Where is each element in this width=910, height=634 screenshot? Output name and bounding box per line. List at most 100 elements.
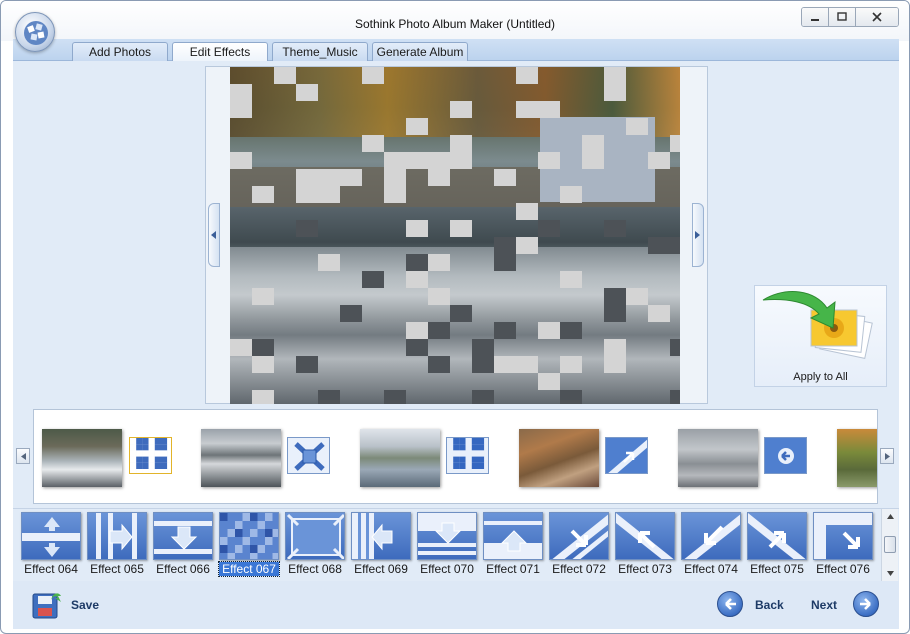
back-label[interactable]: Back bbox=[755, 598, 784, 612]
effect-item[interactable]: Effect 075 bbox=[747, 512, 809, 576]
filmstrip-scroll-right[interactable] bbox=[880, 448, 894, 464]
effect-item[interactable]: Effect 074 bbox=[681, 512, 743, 576]
transition-tile bbox=[406, 118, 428, 135]
effect-mosaic-icon bbox=[447, 438, 488, 473]
tab-theme-music[interactable]: Theme_Music bbox=[272, 42, 368, 61]
app-logo[interactable] bbox=[15, 12, 55, 52]
scroll-down-button[interactable] bbox=[882, 566, 898, 581]
chevron-down-icon bbox=[886, 571, 894, 576]
preview-next-button[interactable] bbox=[692, 203, 704, 267]
effect-item[interactable]: Effect 070 bbox=[417, 512, 479, 576]
filmstrip-effect-4[interactable] bbox=[605, 437, 648, 474]
effect-item[interactable]: Effect 073 bbox=[615, 512, 677, 576]
filmstrip-photo-5[interactable] bbox=[678, 429, 758, 487]
effect-item[interactable]: Effect 069 bbox=[351, 512, 413, 576]
transition-tile bbox=[670, 135, 680, 152]
app-window: Sothink Photo Album Maker (Untitled) Add… bbox=[0, 0, 910, 634]
effect-item[interactable]: Effect 076 bbox=[813, 512, 875, 576]
filmstrip-scroll-left[interactable] bbox=[16, 448, 30, 464]
filmstrip-effect-3[interactable] bbox=[446, 437, 489, 474]
transition-tile bbox=[450, 101, 472, 118]
photo-filmstrip bbox=[33, 409, 878, 504]
transition-tile bbox=[494, 322, 516, 339]
effect-label: Effect 072 bbox=[552, 562, 606, 576]
chevron-left-icon bbox=[20, 452, 26, 460]
filmstrip-photo-4[interactable] bbox=[519, 429, 599, 487]
tab-generate-album[interactable]: Generate Album bbox=[372, 42, 468, 61]
transition-tile bbox=[406, 271, 428, 288]
transition-tile bbox=[516, 101, 538, 118]
filmstrip-effect-5[interactable] bbox=[764, 437, 807, 474]
transition-tile bbox=[230, 339, 252, 356]
effect-thumbnail bbox=[351, 512, 411, 560]
effect-label: Effect 068 bbox=[288, 562, 342, 576]
effects-scrollbar[interactable] bbox=[881, 509, 898, 581]
transition-tile bbox=[582, 135, 604, 152]
transition-tile bbox=[406, 220, 428, 237]
transition-tile bbox=[648, 237, 670, 254]
transition-tile bbox=[648, 152, 670, 169]
effect-label: Effect 066 bbox=[156, 562, 210, 576]
transition-tile bbox=[494, 356, 516, 373]
diagonal-up-right-icon bbox=[748, 513, 806, 559]
save-button[interactable]: Save bbox=[31, 590, 99, 620]
transition-tile bbox=[538, 152, 560, 169]
transition-tile bbox=[582, 152, 604, 169]
scroll-thumb[interactable] bbox=[884, 536, 896, 553]
effect-label: Effect 070 bbox=[420, 562, 474, 576]
transition-tile bbox=[252, 356, 274, 373]
maximize-icon bbox=[837, 12, 847, 21]
effect-item[interactable]: Effect 067 bbox=[218, 512, 281, 577]
tab-add-photos[interactable]: Add Photos bbox=[72, 42, 168, 61]
footer-bar: Save Back Next bbox=[13, 581, 899, 629]
effect-item[interactable]: Effect 072 bbox=[549, 512, 611, 576]
filmstrip-effect-1[interactable] bbox=[129, 437, 172, 474]
scroll-up-button[interactable] bbox=[882, 509, 898, 524]
effect-thumbnail bbox=[483, 512, 543, 560]
edit-effects-panel: Apply to All Effect 064 Effect 065 Effec… bbox=[13, 61, 899, 583]
apply-to-all-button[interactable]: Apply to All bbox=[754, 285, 887, 387]
effect-item[interactable]: Effect 066 bbox=[153, 512, 215, 576]
window-controls bbox=[801, 7, 899, 27]
effect-item[interactable]: Effect 068 bbox=[285, 512, 347, 576]
next-label[interactable]: Next bbox=[811, 598, 837, 612]
arrow-down-bands-icon bbox=[418, 513, 476, 555]
minimize-button[interactable] bbox=[802, 8, 829, 26]
close-button[interactable] bbox=[856, 8, 898, 26]
tab-edit-effects[interactable]: Edit Effects bbox=[172, 42, 268, 61]
filmstrip-photo-1[interactable] bbox=[42, 429, 122, 487]
transition-tile bbox=[428, 169, 450, 186]
filmstrip-effect-2[interactable] bbox=[287, 437, 330, 474]
transition-tile bbox=[516, 356, 538, 373]
effect-item[interactable]: Effect 071 bbox=[483, 512, 545, 576]
filmstrip-photo-2[interactable] bbox=[201, 429, 281, 487]
transition-tile bbox=[604, 356, 626, 373]
transition-tile bbox=[252, 339, 274, 356]
transition-tile bbox=[472, 356, 494, 373]
transition-tile bbox=[384, 152, 406, 169]
save-label: Save bbox=[71, 598, 100, 612]
back-button[interactable] bbox=[717, 591, 743, 617]
effect-thumbnail bbox=[681, 512, 741, 560]
transition-tile bbox=[648, 305, 670, 322]
filmstrip-photo-6[interactable] bbox=[837, 429, 877, 487]
transition-tile bbox=[516, 203, 538, 220]
maximize-button[interactable] bbox=[829, 8, 856, 26]
filmstrip-photo-3[interactable] bbox=[360, 429, 440, 487]
transition-tile bbox=[450, 305, 472, 322]
effect-item[interactable]: Effect 064 bbox=[21, 512, 83, 576]
transition-tile bbox=[318, 254, 340, 271]
transition-tile bbox=[670, 390, 680, 404]
transition-tile bbox=[428, 288, 450, 305]
diagonal-down-left-icon bbox=[684, 514, 740, 559]
apply-to-all-label: Apply to All bbox=[793, 371, 848, 383]
effect-thumbnail bbox=[21, 512, 81, 560]
effect-thumbnail bbox=[813, 512, 873, 560]
next-button[interactable] bbox=[853, 591, 879, 617]
preview-prev-button[interactable] bbox=[208, 203, 220, 267]
transition-tile bbox=[406, 322, 428, 339]
effect-label: Effect 071 bbox=[486, 562, 540, 576]
effect-thumbnail bbox=[549, 512, 609, 560]
effect-item[interactable]: Effect 065 bbox=[87, 512, 149, 576]
transition-tile bbox=[626, 118, 648, 135]
